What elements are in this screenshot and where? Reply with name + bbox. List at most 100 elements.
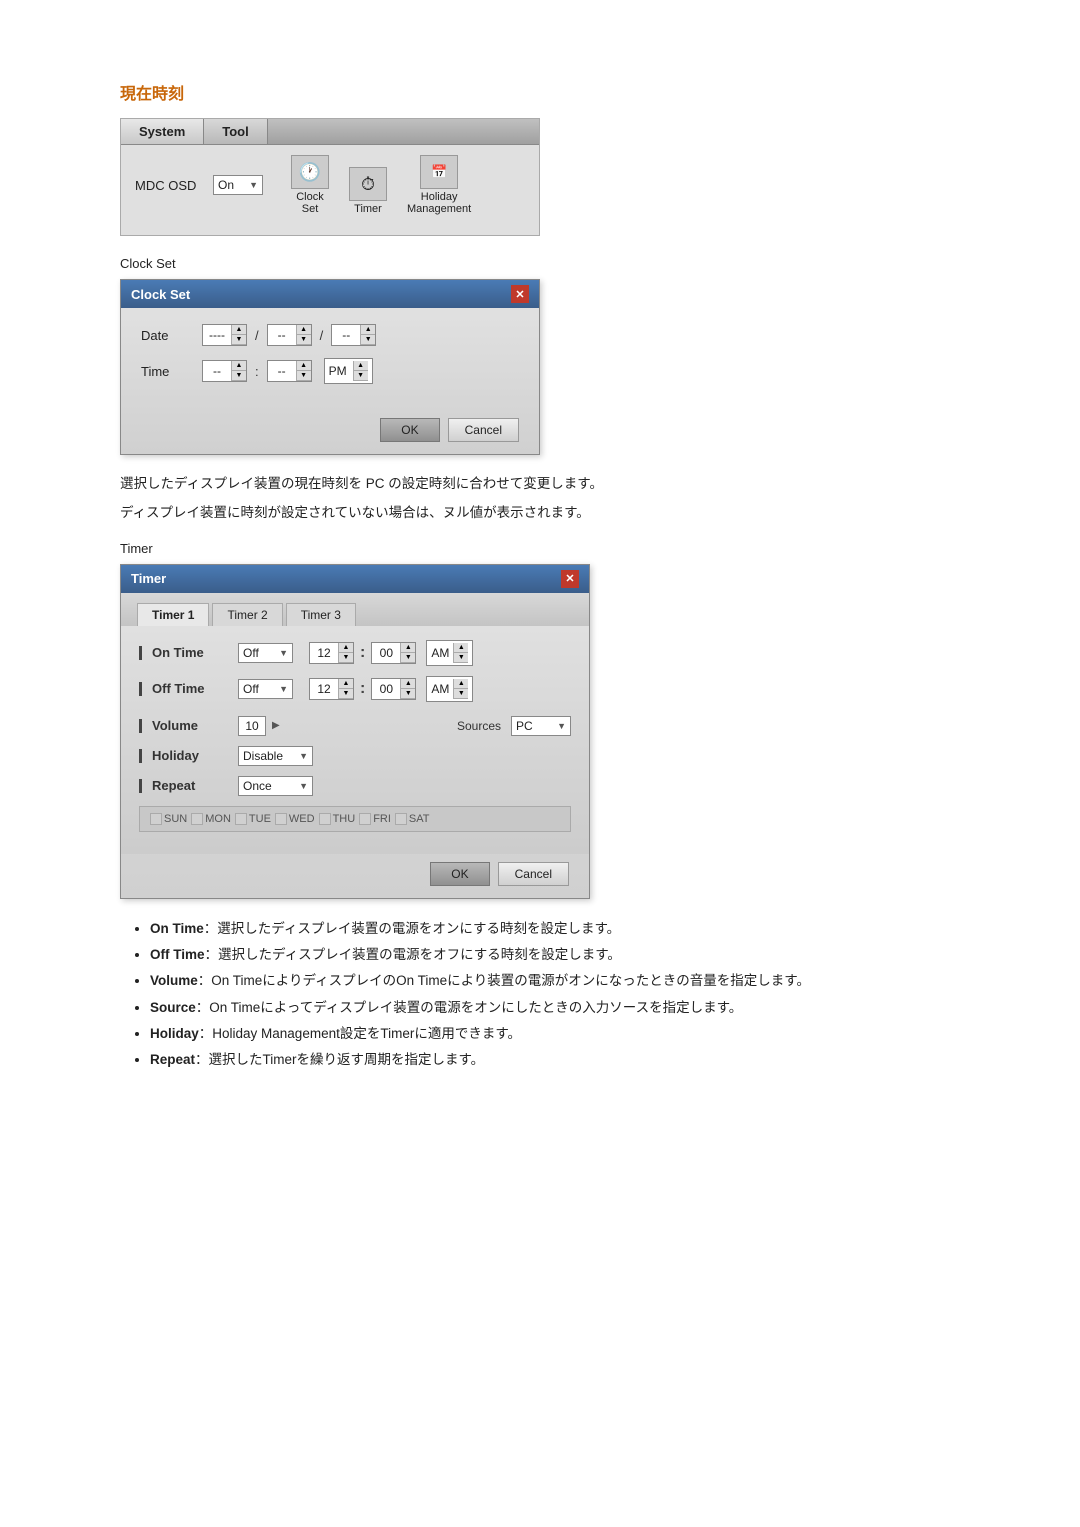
time-spin-2-down[interactable]: ▼ xyxy=(297,371,311,381)
holiday-select[interactable]: Disable ▼ xyxy=(238,746,313,766)
time-spin-1-up[interactable]: ▲ xyxy=(232,361,246,371)
time-val-2: -- xyxy=(268,362,296,380)
holiday-icon-item[interactable]: 📅 Holiday Management xyxy=(407,155,471,215)
day-wed[interactable]: WED xyxy=(275,813,315,825)
date-spin-3[interactable]: -- ▲ ▼ xyxy=(331,324,376,346)
bullet-on-time-key: On Time xyxy=(150,921,204,936)
timer-dialog-titlebar: Timer ✕ xyxy=(121,565,589,593)
clock-ok-button[interactable]: OK xyxy=(380,418,439,442)
clock-set-dialog: Clock Set ✕ Date ---- ▲ ▼ / -- ▲ ▼ / xyxy=(120,279,540,455)
on-min-down[interactable]: ▼ xyxy=(401,653,415,663)
ampm-select[interactable]: PM ▲ ▼ xyxy=(324,358,373,384)
holiday-label: Holiday xyxy=(152,748,232,763)
on-min-up[interactable]: ▲ xyxy=(401,643,415,653)
date-spin-1-down[interactable]: ▼ xyxy=(232,335,246,345)
off-ampm-up[interactable]: ▲ xyxy=(454,679,468,689)
tab-system[interactable]: System xyxy=(121,119,204,144)
date-label: Date xyxy=(141,328,196,343)
on-ampm-up[interactable]: ▲ xyxy=(454,643,468,653)
timer-cancel-button[interactable]: Cancel xyxy=(498,862,569,886)
bullet-volume-key: Volume xyxy=(150,973,198,988)
day-thu[interactable]: THU xyxy=(319,813,356,825)
section-title: 現在時刻 xyxy=(120,80,960,104)
off-min-up[interactable]: ▲ xyxy=(401,679,415,689)
date-spin-3-up[interactable]: ▲ xyxy=(361,325,375,335)
timer-section-label: Timer xyxy=(120,541,960,556)
on-hour-down[interactable]: ▼ xyxy=(339,653,353,663)
date-spin-2[interactable]: -- ▲ ▼ xyxy=(267,324,312,346)
ampm-down[interactable]: ▼ xyxy=(354,371,368,381)
off-time-hour-spin[interactable]: 12 ▲ ▼ xyxy=(309,678,354,700)
repeat-row: Repeat Once ▼ xyxy=(139,776,571,796)
date-val-3: -- xyxy=(332,326,360,344)
timer-tab-3[interactable]: Timer 3 xyxy=(286,603,356,626)
time-spin-1-down[interactable]: ▼ xyxy=(232,371,246,381)
timer-tab-2[interactable]: Timer 2 xyxy=(212,603,282,626)
mdc-window: System Tool MDC OSD On ▼ 🕐 Clock Set ⏱ T… xyxy=(120,118,540,236)
on-time-colon: : xyxy=(360,644,365,662)
off-time-select[interactable]: Off ▼ xyxy=(238,679,293,699)
on-time-hour-spin[interactable]: 12 ▲ ▼ xyxy=(309,642,354,664)
off-hour-up[interactable]: ▲ xyxy=(339,679,353,689)
off-hour-down[interactable]: ▼ xyxy=(339,689,353,699)
time-spin-1[interactable]: -- ▲ ▼ xyxy=(202,360,247,382)
on-time-select[interactable]: Off ▼ xyxy=(238,643,293,663)
holiday-arrow: ▼ xyxy=(299,751,308,761)
date-spin-2-up[interactable]: ▲ xyxy=(297,325,311,335)
day-fri[interactable]: FRI xyxy=(359,813,391,825)
day-sun[interactable]: SUN xyxy=(150,813,187,825)
clock-cancel-button[interactable]: Cancel xyxy=(448,418,519,442)
on-time-min-spin[interactable]: 00 ▲ ▼ xyxy=(371,642,416,664)
timer-icon-item[interactable]: ⏱ Timer xyxy=(349,167,387,215)
date-spin-2-down[interactable]: ▼ xyxy=(297,335,311,345)
mdc-osd-value: On xyxy=(218,178,234,192)
day-tue[interactable]: TUE xyxy=(235,813,271,825)
mdc-osd-arrow: ▼ xyxy=(249,180,258,190)
day-mon[interactable]: MON xyxy=(191,813,231,825)
day-sat[interactable]: SAT xyxy=(395,813,430,825)
volume-arrow[interactable]: ▶ xyxy=(272,720,280,731)
clock-set-icon-item[interactable]: 🕐 Clock Set xyxy=(291,155,329,215)
bullet-repeat-sep: ： xyxy=(195,1052,209,1067)
off-min-down[interactable]: ▼ xyxy=(401,689,415,699)
timer-dialog-close[interactable]: ✕ xyxy=(561,570,579,588)
timer-ok-button[interactable]: OK xyxy=(430,862,489,886)
wed-checkbox[interactable] xyxy=(275,813,287,825)
sun-checkbox[interactable] xyxy=(150,813,162,825)
sat-checkbox[interactable] xyxy=(395,813,407,825)
fri-label: FRI xyxy=(373,813,391,825)
date-spin-3-down[interactable]: ▼ xyxy=(361,335,375,345)
on-time-row: On Time Off ▼ 12 ▲ ▼ : 00 ▲ ▼ xyxy=(139,640,571,666)
on-ampm-select[interactable]: AM ▲ ▼ xyxy=(426,640,473,666)
sources-select[interactable]: PC ▼ xyxy=(511,716,571,736)
tue-checkbox[interactable] xyxy=(235,813,247,825)
thu-checkbox[interactable] xyxy=(319,813,331,825)
date-spin-1[interactable]: ---- ▲ ▼ xyxy=(202,324,247,346)
mon-checkbox[interactable] xyxy=(191,813,203,825)
off-ampm-down[interactable]: ▼ xyxy=(454,689,468,699)
sources-value: PC xyxy=(516,719,533,733)
mdc-body: MDC OSD On ▼ 🕐 Clock Set ⏱ Timer 📅 Holi xyxy=(121,145,539,235)
wed-label: WED xyxy=(289,813,315,825)
off-time-min-spin[interactable]: 00 ▲ ▼ xyxy=(371,678,416,700)
time-spin-2[interactable]: -- ▲ ▼ xyxy=(267,360,312,382)
fri-checkbox[interactable] xyxy=(359,813,371,825)
on-hour-up[interactable]: ▲ xyxy=(339,643,353,653)
tab-tool[interactable]: Tool xyxy=(204,119,267,144)
time-spin-2-up[interactable]: ▲ xyxy=(297,361,311,371)
mdc-osd-select[interactable]: On ▼ xyxy=(213,175,263,195)
bullet-holiday-text: Holiday Management設定をTimerに適用できます。 xyxy=(212,1026,521,1041)
repeat-arrow: ▼ xyxy=(299,781,308,791)
on-ampm-down[interactable]: ▼ xyxy=(454,653,468,663)
on-time-hour: 12 xyxy=(310,644,338,662)
ampm-up[interactable]: ▲ xyxy=(354,361,368,371)
date-spin-1-up[interactable]: ▲ xyxy=(232,325,246,335)
repeat-select[interactable]: Once ▼ xyxy=(238,776,313,796)
timer-dialog-footer: OK Cancel xyxy=(121,854,589,898)
clock-dialog-close[interactable]: ✕ xyxy=(511,285,529,303)
sources-label: Sources xyxy=(457,719,501,733)
off-ampm-select[interactable]: AM ▲ ▼ xyxy=(426,676,473,702)
timer-tab-1[interactable]: Timer 1 xyxy=(137,603,209,626)
off-time-label: Off Time xyxy=(152,681,232,696)
bullet-source-sep: ： xyxy=(196,1000,210,1015)
